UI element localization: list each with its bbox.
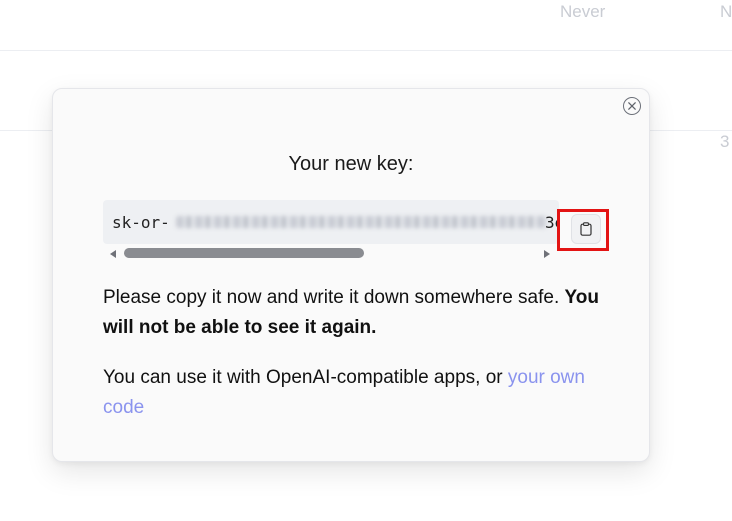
- api-key-field[interactable]: sk-or- 3e: [103, 200, 559, 244]
- dialog-title: Your new key:: [288, 153, 414, 175]
- copy-key-button[interactable]: [571, 214, 601, 244]
- clipboard-icon: [580, 222, 592, 236]
- api-key-redacted: [176, 216, 548, 228]
- horizontal-scrollbar[interactable]: [103, 247, 559, 261]
- api-key-prefix[interactable]: sk-or-: [112, 213, 170, 232]
- api-key-tail[interactable]: 3e: [545, 213, 559, 232]
- close-icon[interactable]: [623, 97, 641, 115]
- warning-text: Please copy it now and write it down som…: [103, 283, 603, 343]
- scroll-right-arrow-icon[interactable]: [544, 250, 550, 258]
- warning-text-plain: Please copy it now and write it down som…: [103, 287, 560, 308]
- usage-text: You can use it with OpenAI-compatible ap…: [103, 363, 603, 423]
- scroll-left-arrow-icon[interactable]: [110, 250, 116, 258]
- new-key-dialog: Your new key: sk-or- 3e Please copy it n…: [52, 88, 650, 462]
- usage-text-plain: You can use it with OpenAI-compatible ap…: [103, 367, 503, 388]
- scrollbar-thumb[interactable]: [124, 248, 364, 258]
